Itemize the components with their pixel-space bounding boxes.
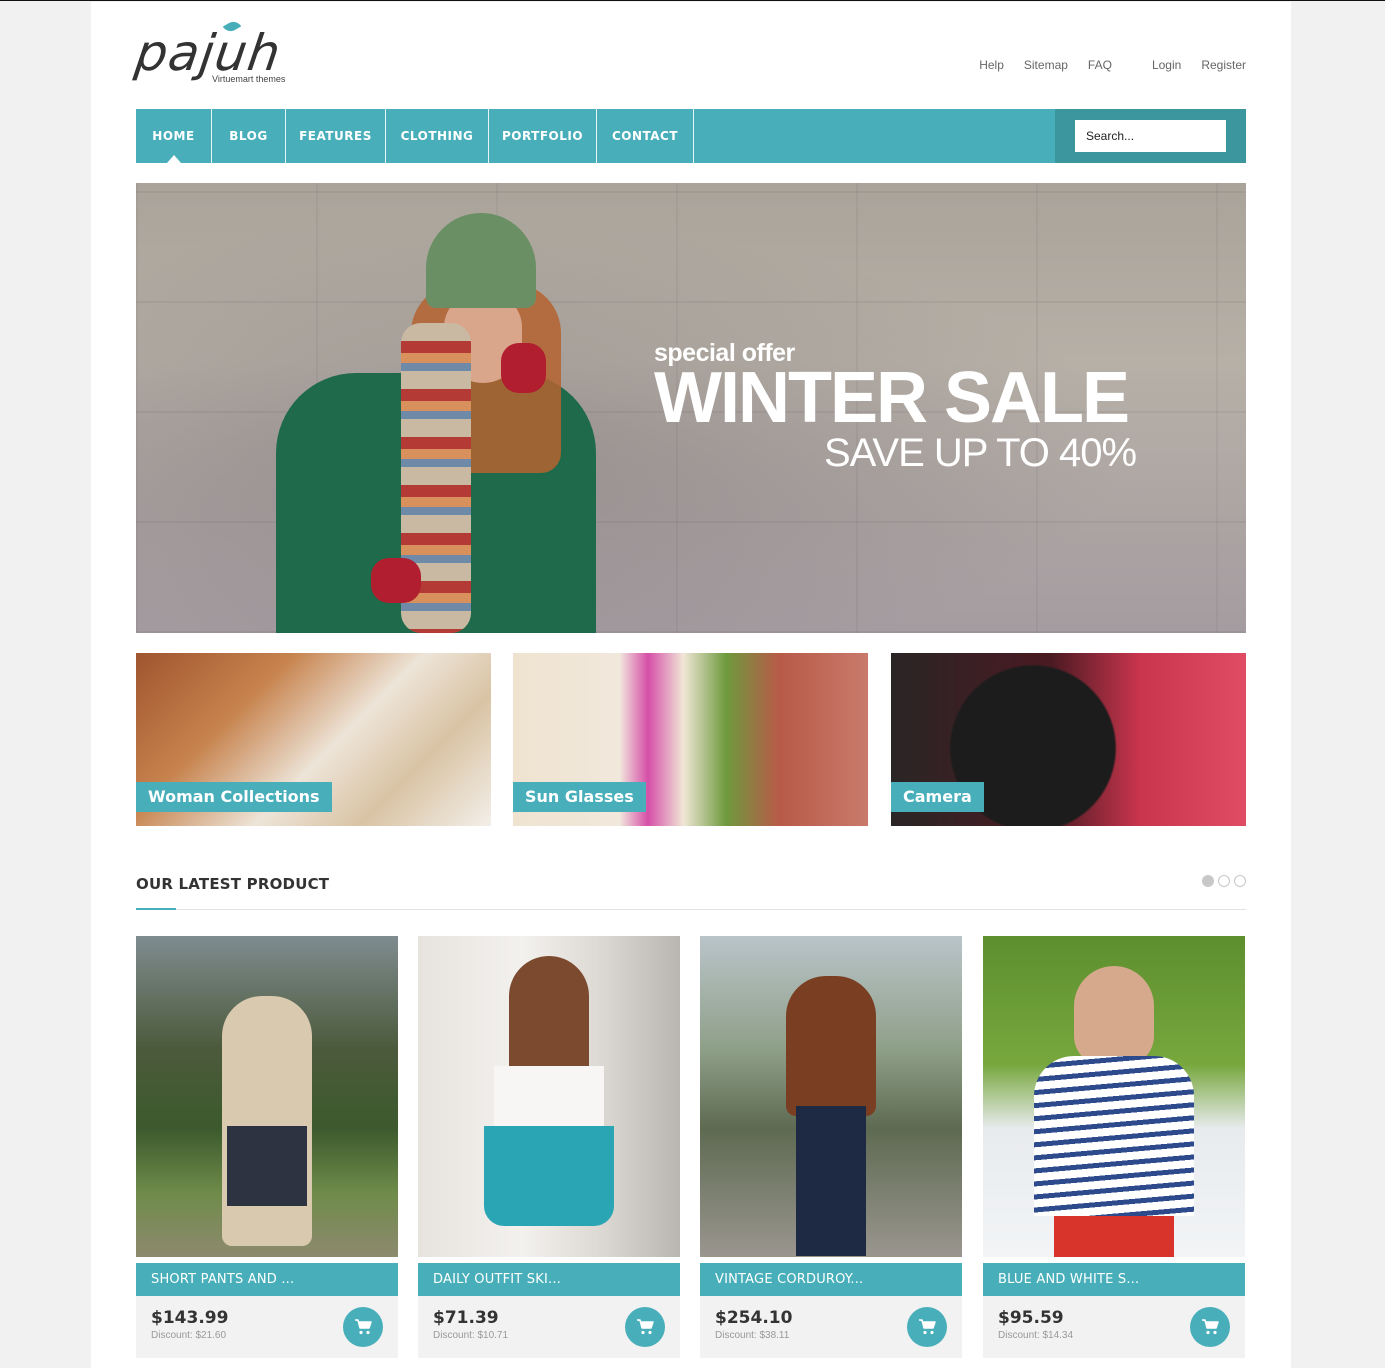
product-card: SHORT PANTS AND ... $143.99 Discount: $2… — [136, 936, 398, 1358]
product-discount: Discount: $14.34 — [998, 1330, 1074, 1341]
product-discount: Discount: $10.71 — [433, 1330, 509, 1341]
section-divider-accent — [136, 908, 176, 910]
logo-wordmark: pajuh — [131, 24, 285, 82]
nav-portfolio[interactable]: PORTFOLIO — [489, 109, 597, 163]
category-label: Sun Glasses — [513, 782, 646, 812]
carousel-dot-3[interactable] — [1234, 875, 1246, 887]
cart-icon — [355, 1319, 372, 1335]
help-link[interactable]: Help — [979, 58, 1004, 72]
top-links: Help Sitemap FAQ Login Register — [979, 58, 1246, 72]
nav-home[interactable]: HOME — [136, 109, 212, 163]
nav-contact[interactable]: CONTACT — [597, 109, 694, 163]
product-discount: Discount: $38.11 — [715, 1330, 790, 1341]
category-banner-camera[interactable]: Camera — [891, 653, 1246, 826]
product-name[interactable]: DAILY OUTFIT SKI... — [418, 1263, 680, 1296]
main-nav: HOME BLOG FEATURES CLOTHING PORTFOLIO CO… — [136, 109, 1246, 163]
product-image[interactable] — [136, 936, 398, 1257]
carousel-dot-2[interactable] — [1218, 875, 1230, 887]
product-footer: $143.99 Discount: $21.60 — [136, 1296, 398, 1358]
product-discount: Discount: $21.60 — [151, 1330, 227, 1341]
product-name[interactable]: BLUE AND WHITE S... — [983, 1263, 1245, 1296]
hero-model-image — [276, 193, 596, 633]
category-label: Woman Collections — [136, 782, 332, 812]
add-to-cart-button[interactable] — [343, 1307, 383, 1347]
carousel-pagination — [1202, 875, 1246, 887]
nav-blog[interactable]: BLOG — [212, 109, 286, 163]
product-footer: $254.10 Discount: $38.11 — [700, 1296, 962, 1358]
product-price: $254.10 — [715, 1308, 793, 1328]
hero-text: special offer WINTER SALE SAVE UP TO 40% — [654, 341, 1137, 476]
search-input[interactable] — [1075, 120, 1226, 152]
category-banner-woman-collections[interactable]: Woman Collections — [136, 653, 491, 826]
product-footer: $95.59 Discount: $14.34 — [983, 1296, 1245, 1358]
add-to-cart-button[interactable] — [625, 1307, 665, 1347]
product-image[interactable] — [418, 936, 680, 1257]
add-to-cart-button[interactable] — [907, 1307, 947, 1347]
site-logo[interactable]: pajuh Virtuemart themes — [132, 18, 306, 92]
page-container: pajuh Virtuemart themes Help Sitemap FAQ… — [91, 2, 1291, 1368]
search-box — [1055, 109, 1246, 163]
section-divider — [136, 909, 1246, 910]
cart-icon — [1202, 1319, 1219, 1335]
product-footer: $71.39 Discount: $10.71 — [418, 1296, 680, 1358]
hero-tagline: SAVE UP TO 40% — [824, 431, 1137, 476]
product-card: BLUE AND WHITE S... $95.59 Discount: $14… — [983, 936, 1245, 1358]
sitemap-link[interactable]: Sitemap — [1024, 58, 1068, 72]
hero-title: WINTER SALE — [654, 358, 1130, 438]
faq-link[interactable]: FAQ — [1088, 58, 1112, 72]
product-image[interactable] — [700, 936, 962, 1257]
cart-icon — [919, 1319, 936, 1335]
add-to-cart-button[interactable] — [1190, 1307, 1230, 1347]
cart-icon — [637, 1319, 654, 1335]
product-name[interactable]: SHORT PANTS AND ... — [136, 1263, 398, 1296]
product-price: $95.59 — [998, 1308, 1064, 1328]
product-image[interactable] — [983, 936, 1245, 1257]
nav-features[interactable]: FEATURES — [286, 109, 386, 163]
nav-clothing[interactable]: CLOTHING — [386, 109, 489, 163]
product-card: VINTAGE CORDUROY... $254.10 Discount: $3… — [700, 936, 962, 1358]
category-banner-sun-glasses[interactable]: Sun Glasses — [513, 653, 868, 826]
category-label: Camera — [891, 782, 984, 812]
carousel-dot-1[interactable] — [1202, 875, 1214, 887]
product-card: DAILY OUTFIT SKI... $71.39 Discount: $10… — [418, 936, 680, 1358]
hero-banner[interactable]: special offer WINTER SALE SAVE UP TO 40% — [136, 183, 1246, 633]
product-price: $143.99 — [151, 1308, 229, 1328]
logo-tagline: Virtuemart themes — [212, 74, 286, 84]
register-link[interactable]: Register — [1201, 58, 1246, 72]
latest-product-heading: OUR LATEST PRODUCT — [136, 875, 330, 893]
product-name[interactable]: VINTAGE CORDUROY... — [700, 1263, 962, 1296]
product-price: $71.39 — [433, 1308, 499, 1328]
login-link[interactable]: Login — [1152, 58, 1181, 72]
